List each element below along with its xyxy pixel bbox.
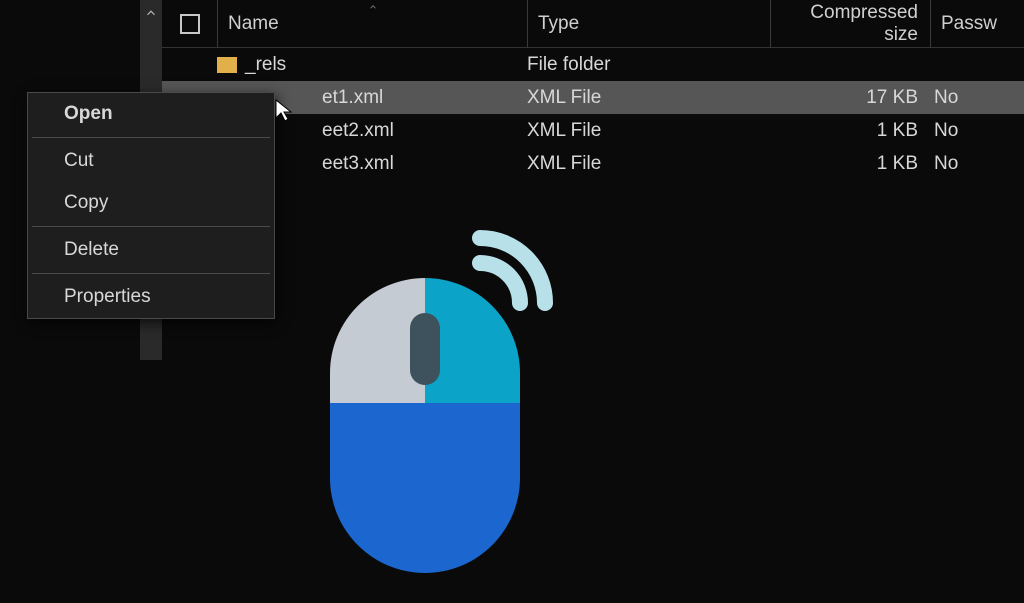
column-header-label: Compressed size (781, 2, 918, 46)
column-header-label: Type (538, 13, 579, 35)
file-name: eet3.xml (322, 153, 394, 175)
context-menu-separator (32, 137, 270, 138)
context-menu: Open Cut Copy Delete Properties (27, 92, 275, 319)
checkbox-icon (180, 14, 200, 34)
file-name: eet2.xml (322, 120, 394, 142)
file-size: 17 KB (770, 87, 930, 109)
context-cut[interactable]: Cut (28, 140, 274, 182)
column-header-password[interactable]: Passw (930, 0, 1024, 47)
header-select-all[interactable] (162, 14, 217, 34)
column-header-compressed-size[interactable]: Compressed size (770, 0, 930, 47)
file-row[interactable]: _rels File folder (162, 48, 1024, 81)
context-menu-separator (32, 273, 270, 274)
context-properties[interactable]: Properties (28, 276, 274, 318)
context-open[interactable]: Open (28, 93, 274, 135)
column-header-label: Passw (941, 13, 997, 35)
context-menu-separator (32, 226, 270, 227)
cursor-icon (275, 99, 293, 123)
column-header-label: Name (228, 13, 279, 35)
file-name: _rels (245, 54, 286, 76)
file-list-pane: Name Type Compressed size Passw _rels Fi… (162, 0, 1024, 603)
context-copy[interactable]: Copy (28, 182, 274, 224)
file-password: No (930, 153, 1024, 175)
file-row[interactable]: eet3.xml XML File 1 KB No (162, 147, 1024, 180)
sort-asc-icon (366, 2, 380, 12)
file-password: No (930, 120, 1024, 142)
file-size: 1 KB (770, 120, 930, 142)
column-header-row: Name Type Compressed size Passw (162, 0, 1024, 48)
chevron-up-icon (144, 6, 158, 20)
file-type: XML File (527, 87, 770, 109)
context-delete[interactable]: Delete (28, 229, 274, 271)
column-header-type[interactable]: Type (527, 0, 770, 47)
file-size: 1 KB (770, 153, 930, 175)
folder-icon (217, 57, 237, 73)
file-password: No (930, 87, 1024, 109)
file-type: XML File (527, 153, 770, 175)
mouse-illustration-icon (320, 228, 560, 598)
column-header-name[interactable]: Name (217, 0, 527, 47)
file-type: File folder (527, 54, 770, 76)
file-name: et1.xml (322, 87, 383, 109)
file-type: XML File (527, 120, 770, 142)
